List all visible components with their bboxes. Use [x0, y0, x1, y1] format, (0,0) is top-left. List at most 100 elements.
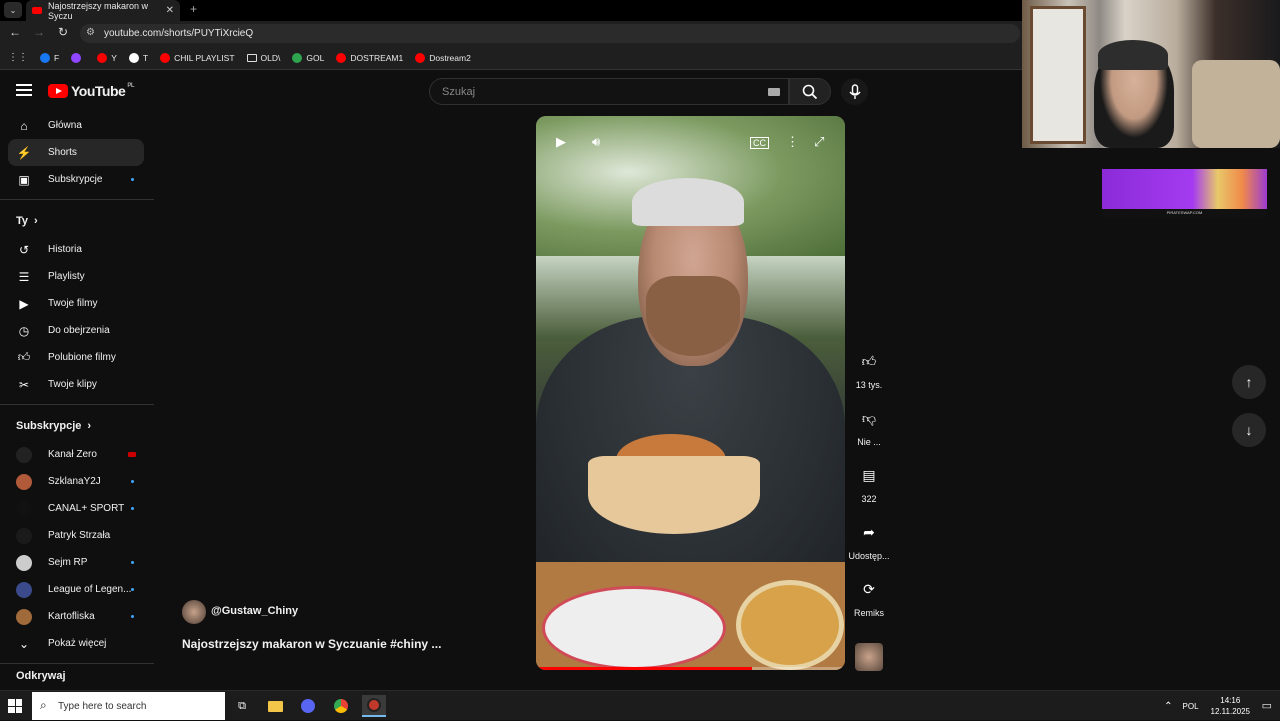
show-more-button[interactable]: ⌄ Pokaż więcej [0, 630, 154, 657]
bookmark-item[interactable]: CHIL PLAYLIST [160, 52, 235, 63]
share-button[interactable]: ➦ [853, 516, 885, 548]
bookmark-label: Y [111, 52, 117, 63]
language-indicator[interactable]: POL [1183, 702, 1199, 711]
reload-icon[interactable]: ↻ [54, 25, 72, 39]
windows-start-icon[interactable] [8, 699, 22, 713]
sidebar-item-szklanay2j[interactable]: SzklanaY2J [0, 468, 154, 495]
bookmark-favicon-icon [415, 52, 426, 63]
bookmark-item[interactable]: F [40, 52, 60, 63]
more-options-icon[interactable]: ⋮ [786, 134, 799, 150]
search-button[interactable] [789, 78, 831, 105]
sidebar-item-polubione-filmy[interactable]: 👍︎ Polubione filmy [0, 344, 154, 371]
next-short-button[interactable]: ↓ [1232, 413, 1266, 447]
sidebar-subscriptions-header-label: Subskrypcje [16, 420, 82, 432]
app-icon[interactable] [296, 695, 320, 717]
bookmark-item[interactable] [71, 52, 85, 63]
sidebar-item-shorts[interactable]: ⚡ Shorts [8, 139, 144, 166]
sidebar-subscriptions-header[interactable]: Subskrypcje › [0, 411, 154, 441]
liked-icon: 👍︎ [17, 350, 31, 364]
new-tab-button[interactable]: + [190, 2, 197, 16]
clock-date: 12.11.2025 [1210, 707, 1250, 716]
channel-avatar-icon [16, 608, 32, 625]
chevron-right-icon: › [87, 420, 92, 432]
bookmark-label: F [54, 52, 60, 63]
sidebar-item-label: Polubione filmy [48, 352, 116, 363]
home-icon: ⌂ [20, 118, 28, 133]
site-info-icon[interactable]: ⚙ [86, 27, 95, 38]
youtube-logo[interactable]: YouTube PL [48, 83, 134, 99]
bookmark-favicon-icon [160, 52, 171, 63]
play-icon[interactable]: ▶ [556, 134, 566, 150]
url-field[interactable]: ⚙ youtube.com/shorts/PUYTiXrcieQ [80, 24, 1020, 43]
tab-search-button[interactable]: ⌄ [4, 2, 22, 18]
fullscreen-icon[interactable]: ⤢ [814, 134, 824, 150]
apps-icon[interactable]: ⋮⋮ [8, 52, 28, 63]
logo-text: YouTube [71, 83, 126, 99]
sidebar-item-subskrypcje[interactable]: ▣ Subskrypcje [0, 166, 154, 193]
menu-icon[interactable] [16, 84, 32, 98]
sidebar-item-canal-sport[interactable]: CANAL+ SPORT [0, 495, 154, 522]
sidebar-item-historia[interactable]: ↺ Historia [0, 236, 154, 263]
bookmark-item[interactable]: Y [97, 52, 117, 63]
sidebar-item-label: Patryk Strzała [48, 530, 111, 541]
task-view-icon[interactable]: ⧉ [230, 695, 254, 717]
browser-tab[interactable]: Najostrzejszy makaron w Syczu ✕ [26, 0, 180, 21]
share-icon: ➦ [863, 523, 875, 540]
like-count: 13 tys. [855, 380, 883, 390]
sidebar-item-patryk-strzała[interactable]: Patryk Strzała [0, 522, 154, 549]
taskbar-search-input[interactable]: ⌕ Type here to search [32, 692, 225, 720]
notifications-icon[interactable]: ▭ [1262, 699, 1272, 712]
sidebar-item-kanał-zero[interactable]: Kanał Zero [0, 441, 154, 468]
sidebar-item-label: Twoje klipy [48, 379, 97, 390]
sidebar-item-twoje-filmy[interactable]: ▶ Twoje filmy [0, 290, 154, 317]
short-video-player[interactable]: ▶ 🔊︎ CC ⋮ ⤢ [536, 116, 845, 670]
sidebar-item-playlisty[interactable]: ☰ Playlisty [0, 263, 154, 290]
bookmark-label: CHIL PLAYLIST [174, 52, 235, 63]
chrome-active-icon[interactable] [362, 695, 386, 717]
voice-search-button[interactable] [841, 78, 868, 105]
search-icon [802, 84, 818, 99]
bookmark-item[interactable]: DOSTREAM1 [336, 52, 403, 63]
bookmark-item[interactable]: Dostream2 [415, 52, 471, 63]
thumbs-up-icon: 👍︎ [861, 352, 877, 369]
sidebar-item-główna[interactable]: ⌂ Główna [0, 112, 154, 139]
sidebar-item-label: League of Legen... [48, 584, 132, 595]
sidebar-item-do-obejrzenia[interactable]: ◷ Do obejrzenia [0, 317, 154, 344]
search-input[interactable]: Szukaj [429, 78, 789, 105]
tab-close-icon[interactable]: ✕ [166, 5, 174, 16]
new-content-dot [131, 615, 134, 618]
sidebar-item-kartofliska[interactable]: Kartofliska [0, 603, 154, 630]
keyboard-icon[interactable] [768, 88, 780, 96]
scissors-icon: ✂ [18, 377, 30, 392]
forward-icon[interactable]: → [30, 25, 48, 39]
clock[interactable]: 14:16 12.11.2025 [1211, 695, 1250, 717]
chrome-icon[interactable] [329, 695, 353, 717]
bookmark-item[interactable]: T [128, 52, 149, 63]
file-explorer-icon[interactable] [263, 695, 287, 717]
tray-expand-icon[interactable]: ⌃ [1164, 701, 1172, 712]
sound-thumbnail[interactable] [855, 643, 883, 671]
comments-button[interactable]: ▤ [853, 459, 885, 491]
bookmark-label: T [142, 52, 149, 63]
channel-name[interactable]: @Gustaw_Chiny [211, 605, 298, 617]
like-button[interactable]: 👍︎ [853, 345, 885, 377]
bookmark-favicon-icon [336, 52, 347, 63]
previous-short-button[interactable]: ↑ [1232, 365, 1266, 399]
captions-icon[interactable]: CC [750, 137, 769, 149]
remix-action: ⟳ Remiks [847, 573, 891, 619]
bookmark-item[interactable]: GOL [292, 52, 324, 63]
video-progress-bar[interactable] [536, 667, 845, 670]
new-content-dot [131, 480, 134, 483]
sidebar-item-sejm-rp[interactable]: Sejm RP [0, 549, 154, 576]
volume-icon[interactable]: 🔊︎ [592, 134, 600, 150]
sidebar-item-league-of-legen-[interactable]: League of Legen... [0, 576, 154, 603]
bookmark-item[interactable]: OLD\ [246, 53, 280, 63]
sidebar-you-header[interactable]: Ty › [0, 206, 154, 236]
channel-avatar[interactable] [182, 600, 206, 624]
dislike-button[interactable]: 👎︎ [853, 402, 885, 434]
sidebar-item-twoje-klipy[interactable]: ✂ Twoje klipy [0, 371, 154, 398]
back-icon[interactable]: ← [6, 25, 24, 39]
short-title[interactable]: Najostrzejszy makaron w Syczuanie #chiny… [182, 637, 441, 651]
remix-button[interactable]: ⟳ [853, 573, 885, 605]
sidebar-item-label: Subskrypcje [48, 174, 103, 185]
